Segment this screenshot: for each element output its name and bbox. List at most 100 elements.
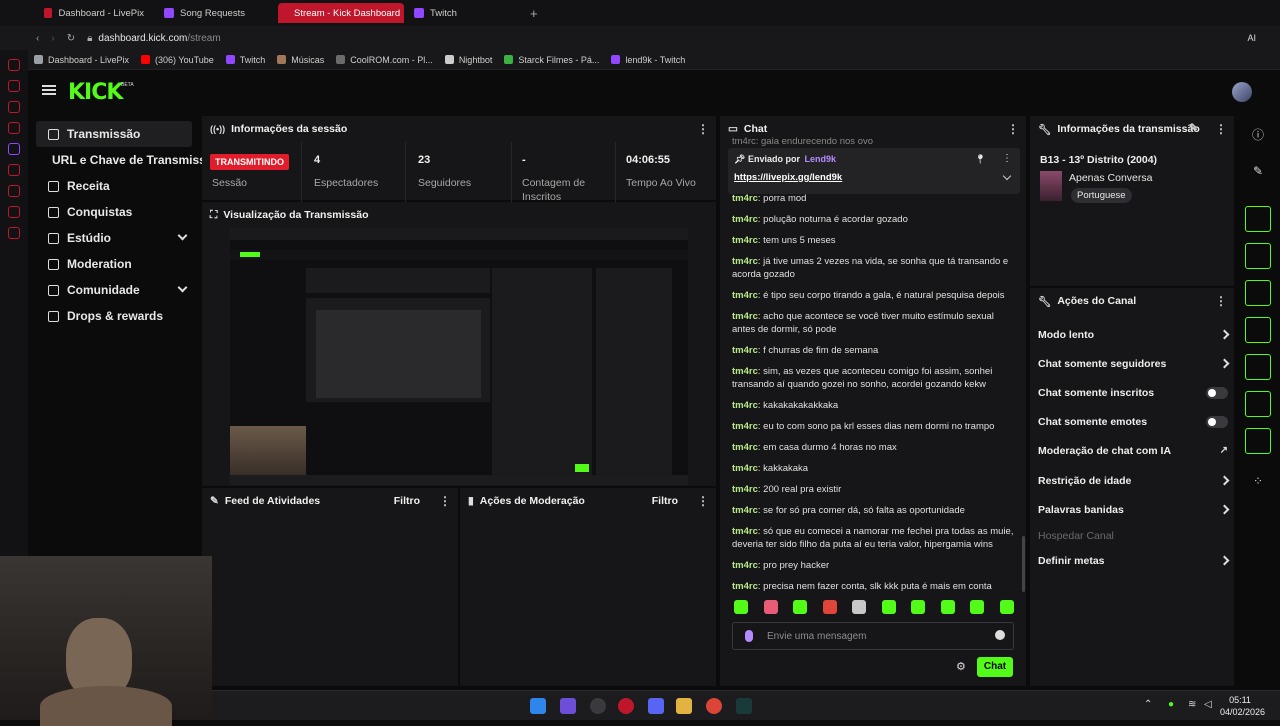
mic-icon[interactable] [745, 630, 753, 642]
chat-username[interactable]: tm4rc [732, 484, 758, 495]
more-icon[interactable]: ⋮ [439, 494, 451, 508]
chevron-down-icon[interactable] [1002, 171, 1012, 181]
settings-icon[interactable] [8, 227, 20, 239]
chat-username[interactable]: tm4rc [732, 442, 758, 453]
emote-icon[interactable] [852, 600, 867, 614]
chat-message[interactable]: tm4rc: em casa durmo 4 horas no max [732, 441, 1014, 454]
chat-username[interactable]: tm4rc [732, 366, 758, 377]
emote-icon[interactable] [793, 600, 808, 614]
browser-profile-icon[interactable] [4, 3, 34, 23]
reload-icon[interactable]: ↻ [67, 33, 75, 44]
extensions-icon[interactable] [8, 164, 20, 176]
chat-message[interactable]: tm4rc: acho que acontece se você tiver m… [732, 310, 1014, 336]
chat-username[interactable]: tm4rc [732, 505, 758, 516]
chat-username[interactable]: tm4rc [732, 256, 758, 267]
info-icon[interactable]: ⓘ [1251, 126, 1265, 142]
rail-button-chat[interactable] [1245, 317, 1271, 343]
chat-username[interactable]: tm4rc [732, 463, 758, 474]
bookmark-item[interactable]: CoolROM.com - Pl... [336, 55, 433, 65]
sidebar-item-5[interactable]: Moderation [36, 251, 192, 277]
filter-button[interactable]: Filtro [652, 495, 678, 507]
opera-icon[interactable] [618, 698, 634, 714]
send-chat-button[interactable]: Chat [977, 657, 1013, 677]
sidebar-item-1[interactable]: URL e Chave de Transmissão [36, 147, 220, 173]
channel-action-4[interactable]: Moderação de chat com IA ↗ [1038, 445, 1228, 461]
tab-song-requests[interactable]: Song Requests [154, 3, 278, 23]
chat-message[interactable]: tm4rc: tem uns 5 meses [732, 234, 1014, 247]
emote-icon[interactable] [763, 600, 778, 614]
chat-username[interactable]: tm4rc [732, 526, 758, 537]
more-icon[interactable]: ⋮ [1007, 122, 1019, 136]
category-thumbnail[interactable] [1040, 171, 1062, 201]
clock-icon[interactable] [8, 206, 20, 218]
channel-action-1[interactable]: Chat somente seguidores [1038, 358, 1230, 374]
sidebar-item-3[interactable]: Conquistas [36, 199, 192, 225]
menu-icon[interactable] [42, 85, 56, 87]
ai-button[interactable]: AI [1247, 33, 1256, 43]
player-icon[interactable] [8, 122, 20, 134]
clock-date[interactable]: 04/02/2026 [1220, 707, 1265, 717]
rail-button-layout[interactable] [1245, 391, 1271, 417]
gear-icon[interactable]: ⚙ [956, 660, 966, 673]
chat-message[interactable]: tm4rc: polução noturna é acordar gozado [732, 213, 1014, 226]
instagram-icon[interactable] [8, 80, 20, 92]
bookmark-item[interactable]: (306) YouTube [141, 55, 214, 65]
chat-message[interactable]: tm4rc: só que eu comecei a namorar me fe… [732, 525, 1014, 551]
channel-action-0[interactable]: Modo lento [1038, 329, 1230, 345]
url-field[interactable]: dashboard.kick.com/stream [98, 33, 220, 44]
channel-action-2[interactable]: Chat somente inscritos [1038, 387, 1228, 403]
bookmark-item[interactable]: Twitch [225, 55, 265, 65]
chat-message[interactable]: tm4rc: f churras de fim de semana [732, 344, 1014, 357]
chat-username[interactable]: tm4rc [732, 345, 758, 356]
chat-username[interactable]: tm4rc [732, 311, 758, 322]
back-icon[interactable]: ‹ [36, 33, 39, 44]
chat-username[interactable]: tm4rc [732, 581, 758, 592]
emote-icon[interactable] [999, 600, 1014, 614]
toggle-switch[interactable] [1206, 387, 1228, 399]
chat-message[interactable]: tm4rc: se for só pra comer dá, só falta … [732, 504, 1014, 517]
obs-icon[interactable] [590, 698, 606, 714]
emoji-icon[interactable] [995, 630, 1005, 640]
sidebar-item-4[interactable]: Estúdio [36, 225, 192, 251]
chat-username[interactable]: tm4rc [732, 400, 758, 411]
extensions-icon[interactable]: ⁘ [1251, 474, 1265, 488]
sidebar-item-2[interactable]: Receita [36, 173, 192, 199]
tab-livepix[interactable]: Dashboard - LivePix [34, 3, 154, 23]
forward-icon[interactable]: › [51, 33, 54, 44]
chat-input[interactable]: Envie uma mensagem [732, 622, 1014, 650]
bookmark-item[interactable]: Dashboard - LivePix [34, 55, 129, 65]
chat-username[interactable]: tm4rc [732, 560, 758, 571]
more-icon[interactable]: ⋮ [1215, 294, 1227, 308]
emote-icon[interactable] [940, 600, 955, 614]
chat-message[interactable]: tm4rc: sim, as vezes que aconteceu comig… [732, 365, 1014, 391]
history-icon[interactable] [8, 185, 20, 197]
rail-button-broadcast[interactable] [1245, 354, 1271, 380]
kick-logo[interactable]: KICK [68, 80, 123, 105]
chat-message[interactable]: tm4rc: eu to com sono pa krl esses dias … [732, 420, 1014, 433]
chat-message[interactable]: tm4rc: já tive umas 2 vezes na vida, se … [732, 255, 1014, 281]
chat-message[interactable]: tm4rc: 200 real pra existir [732, 483, 1014, 496]
chat-message[interactable]: tm4rc: é tipo seu corpo tirando a gala, … [732, 289, 1014, 302]
stream-preview[interactable] [230, 228, 688, 485]
chat-username[interactable]: tm4rc [732, 290, 758, 301]
edit-icon[interactable]: ✎ [1189, 122, 1198, 134]
rail-button-camera[interactable] [1245, 206, 1271, 232]
toggle-switch[interactable] [1206, 416, 1228, 428]
category-name[interactable]: Apenas Conversa [1069, 172, 1152, 184]
chat-scrollbar[interactable] [1022, 536, 1025, 592]
chat-username[interactable]: tm4rc [732, 214, 758, 225]
chat-username[interactable]: tm4rc [732, 193, 758, 204]
rail-button-clip[interactable] [1245, 280, 1271, 306]
tab-kick-dashboard[interactable]: Stream - Kick Dashboard [278, 3, 404, 23]
avatar[interactable] [1232, 82, 1252, 102]
discord-icon[interactable] [648, 698, 664, 714]
sidebar-item-6[interactable]: Comunidade [36, 277, 192, 303]
filter-button[interactable]: Filtro [394, 495, 420, 507]
bookmark-item[interactable]: Nightbot [444, 55, 492, 65]
channel-action-3[interactable]: Chat somente emotes [1038, 416, 1228, 432]
chat-message[interactable]: tm4rc: precisa nem fazer conta, slk kkk … [732, 580, 1014, 593]
sidebar-item-0[interactable]: Transmissão [36, 121, 192, 147]
folder-icon[interactable] [676, 698, 692, 714]
chat-message[interactable]: tm4rc: kakakakakakkaka [732, 399, 1014, 412]
pencil-icon[interactable]: ✎ [1251, 164, 1265, 178]
